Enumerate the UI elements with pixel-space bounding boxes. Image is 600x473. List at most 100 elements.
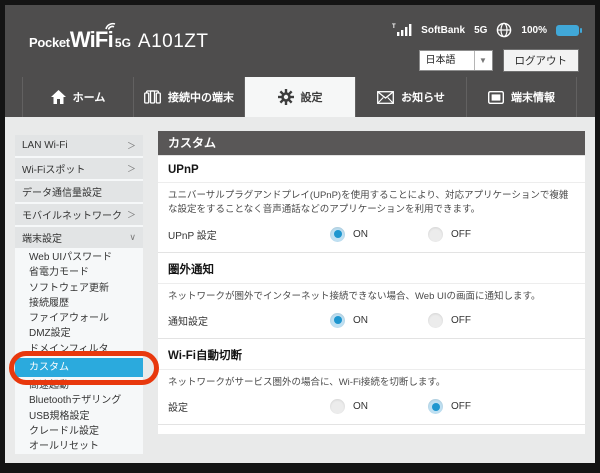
sidebar-item-wifi-spot[interactable]: Wi-Fiスポット ＞ [15, 158, 143, 179]
upnp-setting-row: UPnP 設定 ON OFF [158, 219, 585, 252]
section-heading: Wi-Fi自動切断 [158, 339, 585, 370]
chevron-right-icon: ＞ [127, 162, 136, 175]
sidebar-item-mobile-network[interactable]: モバイルネットワーク ＞ [15, 204, 143, 225]
nav-tabs: ホーム 接続中の端末 設定 お知らせ 端末情報 [22, 77, 577, 117]
logo-model-text: A101ZT [138, 31, 209, 53]
language-select[interactable]: 日本語 ▼ [419, 50, 493, 71]
radio-icon [330, 313, 345, 328]
tab-device-info[interactable]: 端末情報 [466, 77, 577, 117]
sidebar-item-software-update[interactable]: ソフトウェア更新 [15, 281, 143, 296]
upnp-off-radio[interactable]: OFF [428, 227, 526, 242]
sidebar-item-label: データ通信量設定 [22, 184, 102, 199]
upnp-on-radio[interactable]: ON [330, 227, 428, 242]
tab-label: 接続中の端末 [168, 89, 234, 105]
sidebar-item-all-reset[interactable]: オールリセット [15, 439, 143, 454]
sidebar-item-cradle[interactable]: クレードル設定 [15, 424, 143, 439]
radio-icon [330, 399, 345, 414]
tab-home[interactable]: ホーム [22, 77, 133, 117]
chevron-down-icon: ▼ [474, 51, 492, 70]
sidebar-item-dmz[interactable]: DMZ設定 [15, 326, 143, 341]
mail-icon [377, 91, 394, 104]
auto-disconnect-off-radio[interactable]: OFF [428, 399, 526, 414]
battery-icon [556, 25, 579, 36]
logo-wifi-text: WiFi [70, 27, 113, 53]
sidebar-item-power-save[interactable]: 省電力モード [15, 265, 143, 280]
sidebar-item-domain-filter[interactable]: ドメインフィルタ [15, 342, 143, 357]
notice-setting-row: 通知設定 ON OFF [158, 305, 585, 338]
chevron-down-icon: ∨ [129, 232, 136, 243]
notice-on-radio[interactable]: ON [330, 313, 428, 328]
section-description: ネットワークが圏外でインターネット接続できない場合、Web UIの画面に通知しま… [158, 284, 585, 305]
devices-icon [144, 90, 161, 104]
wifi-arc-icon [104, 20, 117, 30]
radio-icon [330, 227, 345, 242]
sidebar-item-usb-standard[interactable]: USB規格設定 [15, 409, 143, 424]
sidebar-item-connection-history[interactable]: 接続履歴 [15, 296, 143, 311]
save-row: 保存 [158, 424, 585, 434]
home-icon [51, 90, 66, 104]
section-out-of-range-notice: 圏外通知 ネットワークが圏外でインターネット接続できない場合、Web UIの画面… [158, 252, 585, 338]
network-type-label: 5G [474, 25, 487, 36]
main-panel: カスタム UPnP ユニバーサルプラグアンドプレイ(UPnP)を使用することによ… [158, 131, 585, 434]
sidebar-item-custom[interactable]: カスタム [15, 358, 143, 377]
logout-button[interactable]: ログアウト [503, 49, 580, 72]
setting-label: 設定 [168, 399, 330, 414]
radio-icon [428, 399, 443, 414]
nav-bar: ホーム 接続中の端末 設定 お知らせ 端末情報 [5, 77, 595, 117]
tab-label: 設定 [301, 89, 323, 105]
sidebar-item-label: モバイルネットワーク [22, 207, 122, 222]
brand-logo: PocketWiFi5G A101ZT [29, 27, 209, 53]
tab-notifications[interactable]: お知らせ [355, 77, 466, 117]
sidebar-item-webui-password[interactable]: Web UIパスワード [15, 250, 143, 265]
logo-pocket-text: Pocket [29, 35, 70, 50]
gear-icon [278, 89, 294, 105]
radio-label: ON [353, 401, 368, 412]
chevron-right-icon: ＞ [127, 208, 136, 221]
signal-strength-icon: T [392, 23, 412, 37]
radio-label: ON [353, 315, 368, 326]
setting-label: 通知設定 [168, 313, 330, 328]
sidebar-item-device-settings[interactable]: 端末設定 ∨ [15, 227, 143, 248]
sidebar-item-data-usage[interactable]: データ通信量設定 [15, 181, 143, 202]
tab-label: 端末情報 [511, 89, 555, 105]
sidebar-item-bluetooth-tethering[interactable]: Bluetoothテザリング [15, 393, 143, 408]
logo-5g-text: 5G [115, 36, 131, 50]
tab-label: ホーム [73, 89, 106, 105]
section-heading: 圏外通知 [158, 253, 585, 284]
header: PocketWiFi5GA101ZT T SoftBank 5G 100% 日 [5, 5, 595, 77]
tab-label: お知らせ [401, 89, 445, 105]
tab-connected-devices[interactable]: 接続中の端末 [133, 77, 244, 117]
page-title: カスタム [158, 131, 585, 155]
status-bar: T SoftBank 5G 100% [392, 22, 579, 38]
radio-label: ON [353, 229, 368, 240]
setting-label: UPnP 設定 [168, 227, 330, 242]
device-info-icon [488, 91, 504, 104]
globe-icon [496, 22, 512, 38]
tab-settings[interactable]: 設定 [244, 77, 355, 117]
chevron-right-icon: ＞ [127, 139, 136, 152]
sidebar-menu: LAN Wi-Fi ＞ Wi-Fiスポット ＞ データ通信量設定 モバイルネット… [15, 135, 143, 454]
header-controls: 日本語 ▼ ログアウト [419, 49, 580, 72]
section-description: ユニバーサルプラグアンドプレイ(UPnP)を使用することにより、対応アプリケーシ… [158, 183, 585, 219]
section-wifi-auto-disconnect: Wi-Fi自動切断 ネットワークがサービス圏外の場合に、Wi-Fi接続を切断しま… [158, 338, 585, 424]
auto-disconnect-setting-row: 設定 ON OFF [158, 391, 585, 424]
sidebar-item-quick-boot[interactable]: 高速起動 [15, 378, 143, 393]
sidebar-item-label: LAN Wi-Fi [22, 140, 68, 151]
language-select-value: 日本語 [420, 51, 474, 70]
sidebar-item-firewall[interactable]: ファイアウォール [15, 311, 143, 326]
sidebar-item-lan-wifi[interactable]: LAN Wi-Fi ＞ [15, 135, 143, 156]
auto-disconnect-on-radio[interactable]: ON [330, 399, 428, 414]
router-admin-screen: PocketWiFi5GA101ZT T SoftBank 5G 100% 日 [0, 0, 600, 473]
battery-percent-label: 100% [521, 25, 547, 36]
radio-label: OFF [451, 401, 471, 412]
radio-label: OFF [451, 315, 471, 326]
notice-off-radio[interactable]: OFF [428, 313, 526, 328]
radio-label: OFF [451, 229, 471, 240]
radio-icon [428, 227, 443, 242]
carrier-label: SoftBank [421, 25, 465, 36]
sidebar-item-label: 端末設定 [22, 230, 62, 245]
svg-text:T: T [392, 24, 396, 30]
section-description: ネットワークがサービス圏外の場合に、Wi-Fi接続を切断します。 [158, 370, 585, 391]
radio-icon [428, 313, 443, 328]
sidebar-item-label: Wi-Fiスポット [22, 161, 85, 176]
